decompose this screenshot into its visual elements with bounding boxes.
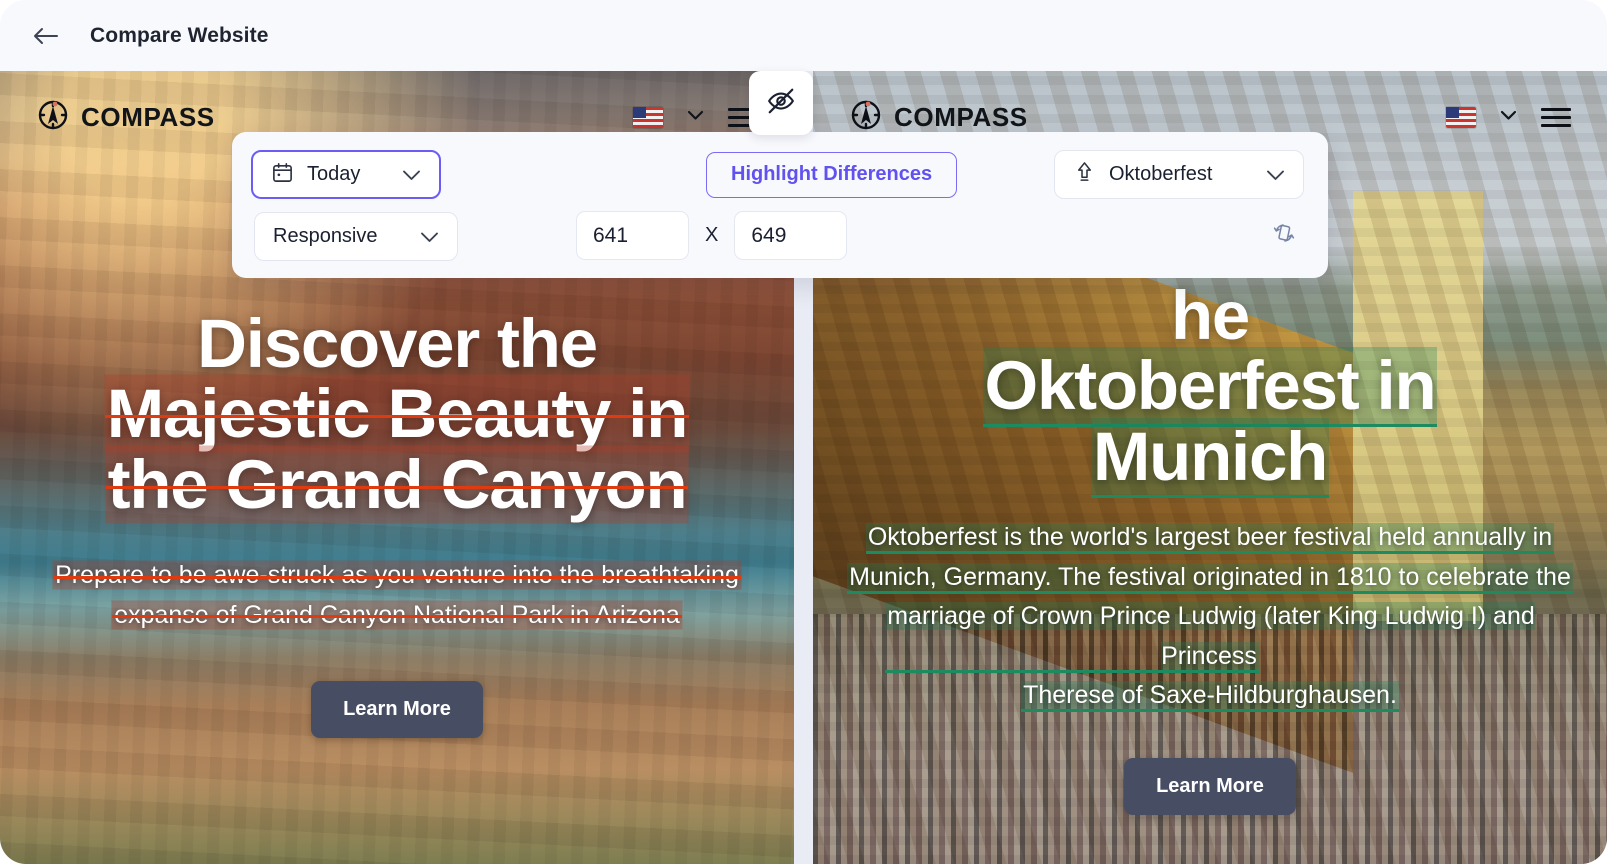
chevron-down-icon [1248, 169, 1285, 181]
left-hero-title-line-3: the Grand Canyon [105, 445, 689, 523]
back-button[interactable] [22, 13, 68, 59]
calendar-icon [271, 161, 294, 189]
right-hero-title-line-2: Oktoberfest in [982, 347, 1438, 425]
device-selector-dropdown[interactable]: Responsive [254, 212, 458, 261]
viewport-height-input[interactable] [734, 211, 848, 260]
chevron-down-icon [402, 231, 439, 243]
left-hero-title: Discover the Majestic Beauty in the Gran… [40, 305, 754, 523]
right-hero-subtitle-line-2: Munich, Germany. The festival originated… [847, 562, 1573, 591]
right-hero-subtitle-line-3: marriage of Crown Prince Ludwig (later K… [885, 602, 1535, 670]
right-hero-title-line-3: Munich [1090, 417, 1330, 495]
page-title: Compare Website [90, 23, 269, 47]
viewport-dimensions-group: X [576, 211, 848, 260]
right-hero-title-line-1: he [1170, 277, 1250, 354]
right-nav-actions [1446, 106, 1571, 128]
arrow-left-icon [32, 26, 58, 46]
right-hero-subtitle-line-1: Oktoberfest is the world's largest beer … [865, 523, 1555, 552]
left-brand-text: COMPASS [81, 101, 215, 132]
chevron-down-icon [384, 169, 421, 181]
hamburger-menu-icon[interactable] [1541, 107, 1571, 127]
viewport-width-input[interactable] [576, 211, 689, 260]
site-selector-dropdown[interactable]: Oktoberfest [1054, 150, 1304, 199]
left-hero-subtitle-line-2: expanse of Grand Canyon National Park in… [112, 600, 682, 629]
date-filter-value: Today [307, 163, 361, 185]
left-hero-content: Discover the Majestic Beauty in the Gran… [0, 305, 794, 739]
pointer-up-icon [1073, 160, 1096, 190]
us-flag-icon[interactable] [633, 106, 663, 128]
left-learn-more-button[interactable]: Learn More [311, 681, 483, 739]
device-selector-value: Responsive [273, 225, 378, 247]
left-nav-actions [633, 106, 758, 128]
left-hero-title-line-1: Discover the [197, 305, 598, 382]
right-hero-subtitle-line-4: Therese of Saxe-Hildburghausen. [1021, 681, 1399, 710]
right-hero-title: he Oktoberfest in Munich [843, 277, 1577, 495]
compass-icon [849, 98, 883, 137]
eye-off-icon [766, 86, 796, 121]
toggle-visibility-button[interactable] [749, 71, 813, 135]
left-hero-subtitle-line-1: Prepare to be awe-struck as you venture … [53, 561, 741, 590]
comparison-toolbar-panel: Today Highlight Differences Oktoberfest [232, 132, 1328, 278]
left-site-brand[interactable]: COMPASS [36, 98, 215, 137]
toolbar-row-bottom: Responsive X [244, 205, 1304, 266]
date-filter-dropdown[interactable]: Today [251, 150, 441, 199]
left-hero-title-line-2: Majestic Beauty in [104, 375, 690, 453]
rotate-device-button[interactable] [1264, 216, 1304, 256]
right-brand-text: COMPASS [894, 101, 1028, 132]
app-header: Compare Website [0, 0, 1607, 71]
right-hero-subtitle: Oktoberfest is the world's largest beer … [843, 518, 1577, 716]
compare-website-app: Compare Website COMPASS Discover the Maj… [0, 0, 1607, 864]
device-rotate-icon [1271, 220, 1297, 251]
toolbar-row-top: Today Highlight Differences Oktoberfest [244, 144, 1304, 205]
highlight-differences-button[interactable]: Highlight Differences [706, 151, 958, 198]
right-hero-content: he Oktoberfest in Munich Oktoberfest is … [813, 277, 1607, 815]
right-site-brand[interactable]: COMPASS [849, 98, 1028, 137]
site-selector-value: Oktoberfest [1109, 163, 1213, 185]
us-flag-icon[interactable] [1446, 106, 1476, 128]
left-hero-subtitle: Prepare to be awe-struck as you venture … [40, 556, 754, 635]
chevron-down-icon[interactable] [1500, 108, 1517, 126]
compass-icon [36, 98, 70, 137]
dimension-separator: X [705, 224, 719, 246]
chevron-down-icon[interactable] [687, 108, 704, 126]
right-learn-more-button[interactable]: Learn More [1124, 757, 1296, 815]
